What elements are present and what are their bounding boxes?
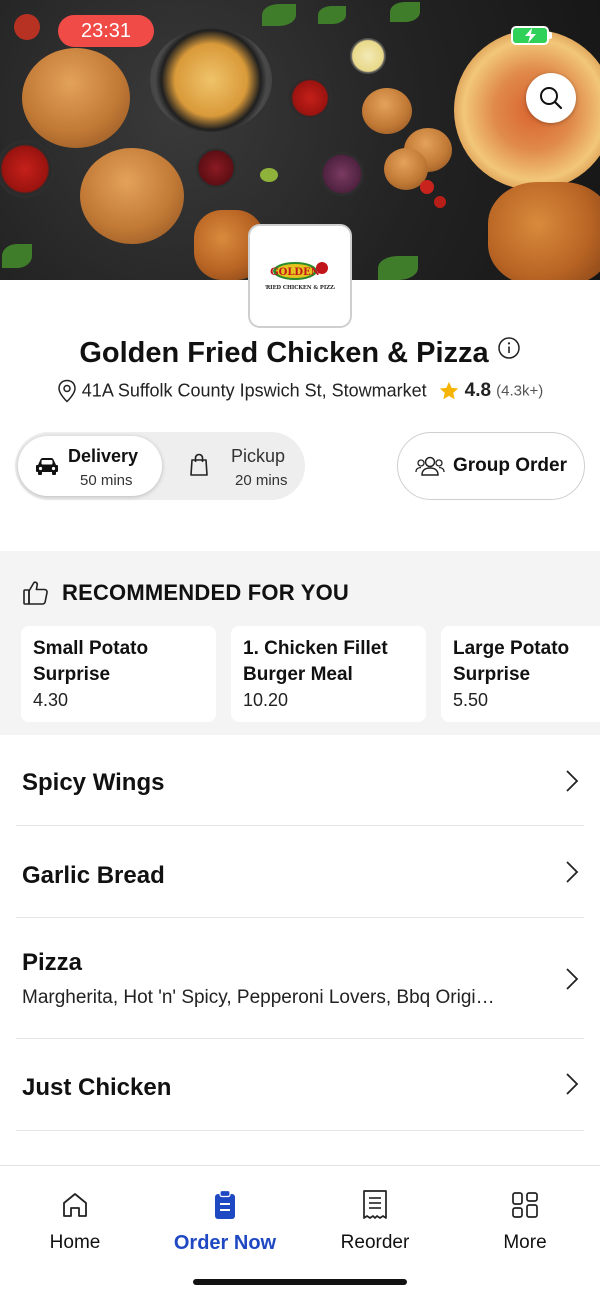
location-pin-icon [58,379,76,403]
rating-count: (4.3k+) [496,382,544,400]
wings-image [488,182,600,280]
group-order-label: Group Order [452,455,567,476]
recommended-section: RECOMMENDED FOR YOU Small Potato Surpris… [0,551,600,735]
pizza-image [454,30,600,190]
recommended-item-name: 1. Chicken Fillet Burger Meal [243,638,388,685]
tab-home-label: Home [49,1232,101,1253]
category-name: Garlic Bread [22,862,165,889]
sauce-bowl-image [0,140,54,198]
shopping-bag-icon [190,453,208,476]
order-mode-toggle: Delivery 50 mins Pickup 20 mins [15,432,305,500]
store-logo: GOLDEN FRIED CHICKEN & PIZZA [248,224,352,328]
pickup-label: Pickup [231,446,286,466]
recommended-card[interactable]: Large Potato Surprise 5.50 [441,626,600,722]
recommended-item-name: Large Potato Surprise [453,638,570,685]
delivery-option[interactable]: Delivery 50 mins [18,436,162,496]
category-row-just-chicken[interactable]: Just Chicken [16,1039,584,1131]
order-icon [215,1189,235,1219]
svg-text:GOLDEN: GOLDEN [270,267,320,278]
store-name: Golden Fried Chicken & Pizza [0,336,600,370]
recommended-item-name: Small Potato Surprise [33,638,149,685]
ketchup-image [288,76,332,120]
search-icon [540,87,563,110]
car-icon [36,458,58,475]
burger-image [22,48,130,148]
recommended-item-price: 10.20 [243,690,289,710]
rating-value: 4.8 [464,380,492,401]
category-name: Pizza [22,949,83,976]
category-row-spicy-wings[interactable]: Spicy Wings [16,735,584,826]
fries-image [150,28,272,132]
battery-charging-icon [511,26,552,45]
recommended-title: RECOMMENDED FOR YOU [62,580,349,605]
mayo-bowl-image [350,38,386,74]
slider-image [362,88,412,134]
tab-order-now-label: Order Now [173,1232,277,1254]
chevron-right-icon [566,1073,579,1095]
receipt-icon [363,1190,387,1219]
recommended-header: RECOMMENDED FOR YOU [22,579,349,607]
tab-reorder[interactable]: Reorder [300,1188,450,1254]
category-name: Spicy Wings [22,769,165,796]
category-description: Margherita, Hot 'n' Spicy, Pepperoni Lov… [22,987,495,1008]
tab-order-now[interactable]: Order Now [150,1188,300,1255]
burger-image-2 [80,148,184,244]
tab-reorder-label: Reorder [340,1232,410,1253]
recommended-item-price: 4.30 [33,690,69,710]
home-icon [63,1193,87,1217]
pepper-bowl-image [196,148,236,188]
address-row: 41A Suffolk County Ipswich St, Stowmarke… [0,379,600,403]
golden-logo-icon: GOLDEN FRIED CHICKEN & PIZZA [265,262,335,291]
chevron-right-icon [566,770,579,792]
delivery-label: Delivery [68,446,139,466]
tab-home[interactable]: Home [0,1188,150,1254]
pickup-time: 20 mins [235,472,288,489]
star-icon [439,381,458,400]
delivery-time: 50 mins [80,472,133,489]
onion-bowl-image [320,152,364,196]
category-name: Just Chicken [22,1074,172,1101]
tab-more[interactable]: More [450,1188,600,1254]
info-icon[interactable] [497,335,521,368]
chevron-right-icon [566,861,579,883]
home-indicator [193,1279,407,1285]
store-name-text: Golden Fried Chicken & Pizza [79,336,489,369]
group-order-button[interactable]: Group Order [397,432,585,500]
tab-more-label: More [503,1232,547,1253]
category-row-pizza[interactable]: Pizza Margherita, Hot 'n' Spicy, Peppero… [16,918,584,1039]
store-address: 41A Suffolk County Ipswich St, Stowmarke… [81,380,427,401]
chevron-right-icon [566,968,579,990]
svg-text:FRIED CHICKEN & PIZZA: FRIED CHICKEN & PIZZA [265,285,335,291]
thumbs-up-icon [23,581,48,605]
pickup-option[interactable]: Pickup 20 mins [175,436,301,496]
group-icon [415,456,445,476]
recommended-item-price: 5.50 [453,690,489,710]
recommended-card[interactable]: Small Potato Surprise 4.30 [21,626,216,722]
grid-icon [512,1192,538,1218]
status-time: 23:31 [58,15,154,47]
search-button[interactable] [526,73,576,123]
recommended-card[interactable]: 1. Chicken Fillet Burger Meal 10.20 [231,626,426,722]
category-row-garlic-bread[interactable]: Garlic Bread [16,826,584,918]
